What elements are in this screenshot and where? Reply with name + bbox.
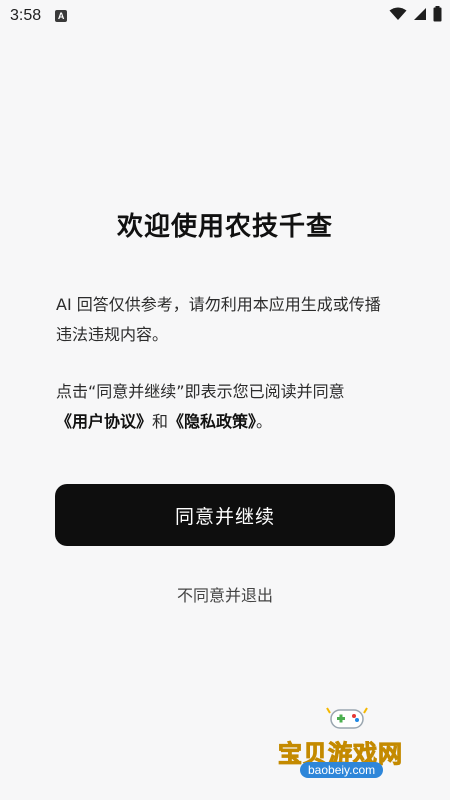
consent-text: 点击“同意并继续”即表示您已阅读并同意 《用户协议》和《隐私政策》。	[56, 377, 396, 437]
a-notification-icon: A	[55, 10, 68, 22]
privacy-policy-link[interactable]: 《隐私政策》	[168, 412, 256, 431]
battery-icon	[433, 6, 442, 22]
consent-prefix: 点击“同意并继续”即表示您已阅读并同意	[56, 382, 345, 401]
watermark-url: baobeiy.com	[300, 762, 384, 778]
gamepad-icon	[326, 707, 368, 729]
dialog-title: 欢迎使用农技千查	[116, 212, 333, 242]
agree-continue-button[interactable]: 同意并继续	[55, 484, 395, 546]
watermark: 宝贝游戏网 baobeiy.com	[270, 700, 440, 796]
status-icons	[389, 6, 442, 22]
signal-icon	[414, 8, 426, 20]
wifi-icon	[389, 7, 407, 20]
disclaimer-text: AI 回答仅供参考，请勿利用本应用生成或传播违法违规内容。	[56, 295, 381, 344]
status-bar: 3:58 A	[0, 0, 450, 32]
consent-conjunction: 和	[152, 412, 169, 431]
consent-period: 。	[256, 412, 273, 431]
status-time: 3:58	[10, 7, 42, 24]
user-agreement-link[interactable]: 《用户协议》	[56, 412, 152, 431]
disagree-exit-link[interactable]: 不同意并退出	[0, 582, 450, 606]
